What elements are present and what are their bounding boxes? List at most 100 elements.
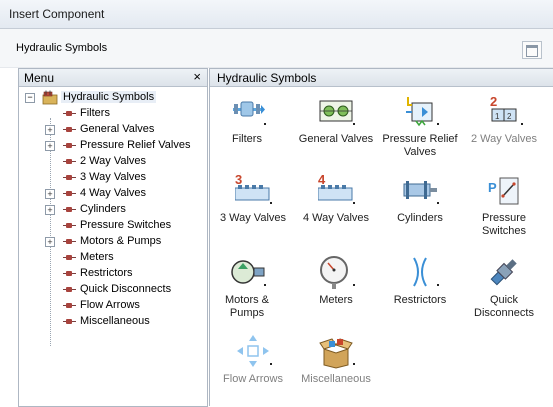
- tree-item-label: 2 Way Valves: [80, 155, 147, 167]
- tree-item-label: General Valves: [80, 123, 155, 135]
- flyout-indicator: [264, 123, 266, 125]
- expand-icon[interactable]: +: [45, 237, 55, 247]
- tree-item-motors-pumps[interactable]: + Motors & Pumps: [19, 234, 205, 250]
- collapse-icon[interactable]: −: [25, 93, 35, 103]
- tree-item-filters[interactable]: Filters: [19, 106, 205, 122]
- flyout-indicator: [353, 363, 355, 365]
- symbol-miscellaneous[interactable]: Miscellaneous: [296, 329, 376, 405]
- tree-item-2-way-valves[interactable]: 2 Way Valves: [19, 154, 205, 170]
- symbol-general-valves[interactable]: General Valves: [296, 89, 376, 165]
- tree-root-hydraulic-symbols[interactable]: − Hydraulic Symbols: [19, 90, 205, 106]
- tree-item-4-way-valves[interactable]: + 4 Way Valves: [19, 186, 205, 202]
- symbol-2-way-valves[interactable]: 2 1 2 2 Way Valves: [464, 89, 544, 165]
- flyout-indicator: [437, 202, 439, 204]
- tree-item-meters[interactable]: Meters: [19, 250, 205, 266]
- tree-item-label: Motors & Pumps: [80, 235, 162, 247]
- symbol-meters[interactable]: Meters: [296, 250, 376, 326]
- symbol-label: Miscellaneous: [301, 373, 371, 385]
- symbol-quick-disconnects[interactable]: Quick Disconnects: [464, 250, 544, 326]
- symbol-label: Flow Arrows: [223, 373, 283, 385]
- expand-icon[interactable]: +: [45, 205, 55, 215]
- component-node-icon: [63, 255, 76, 261]
- open-box-icon: [319, 338, 353, 369]
- tree-item-label: Quick Disconnects: [80, 283, 172, 295]
- symbol-label: Pressure Switches: [481, 212, 527, 237]
- flyout-indicator: [264, 284, 266, 286]
- filter-icon: [233, 101, 265, 117]
- tree-item-3-way-valves[interactable]: 3 Way Valves: [19, 170, 205, 186]
- svg-text:1: 1: [495, 112, 500, 121]
- tree-item-miscellaneous[interactable]: Miscellaneous: [19, 314, 205, 330]
- quick-disconnect-icon: [490, 259, 517, 286]
- component-node-icon: [63, 303, 76, 309]
- flyout-indicator: [270, 202, 272, 204]
- tree-item-restrictors[interactable]: Restrictors: [19, 266, 205, 282]
- folder-icon: [42, 90, 58, 105]
- symbol-flow-arrows[interactable]: Flow Arrows: [213, 329, 293, 405]
- symbol-label: Cylinders: [397, 212, 443, 224]
- component-node-icon: [63, 239, 76, 245]
- dialog-header: Hydraulic Symbols: [0, 29, 553, 68]
- tree-item-label: Flow Arrows: [80, 299, 140, 311]
- symbol-label: 2 Way Valves: [470, 133, 538, 145]
- flyout-indicator: [353, 123, 355, 125]
- symbol-label: Quick Disconnects: [474, 294, 534, 319]
- flyout-indicator: [353, 284, 355, 286]
- symbol-4-way-valves[interactable]: 4 4 Way Valves: [296, 168, 376, 244]
- tree-item-general-valves[interactable]: + General Valves: [19, 122, 205, 138]
- symbol-3-way-valves[interactable]: 3 3 Way Valves: [213, 168, 293, 244]
- flyout-indicator: [521, 123, 523, 125]
- svg-text:3: 3: [235, 172, 242, 187]
- expand-icon[interactable]: +: [45, 189, 55, 199]
- expand-icon[interactable]: +: [45, 141, 55, 151]
- symbol-label: 4 Way Valves: [302, 212, 370, 224]
- component-node-icon: [63, 223, 76, 229]
- general-valve-icon: [319, 100, 353, 122]
- cylinder-icon: [403, 181, 437, 199]
- flyout-indicator: [353, 202, 355, 204]
- pressure-relief-valve-icon: [406, 97, 433, 127]
- symbol-restrictors[interactable]: Restrictors: [380, 250, 460, 326]
- tree-item-flow-arrows[interactable]: Flow Arrows: [19, 298, 205, 314]
- flyout-indicator: [270, 363, 272, 365]
- symbol-label: Meters: [319, 294, 353, 306]
- tree-item-pressure-switches[interactable]: Pressure Switches: [19, 218, 205, 234]
- component-node-icon: [63, 319, 76, 325]
- restrictor-icon: [413, 257, 427, 287]
- tree-item-label: Cylinders: [80, 203, 126, 215]
- panel-title: Hydraulic Symbols: [217, 71, 317, 85]
- symbol-motors-pumps[interactable]: Motors & Pumps: [207, 250, 287, 326]
- tree-item-cylinders[interactable]: + Cylinders: [19, 202, 205, 218]
- svg-text:2: 2: [507, 112, 512, 121]
- window-title: Insert Component: [9, 7, 105, 21]
- symbols-panel: Hydraulic Symbols Filters General Valves: [209, 68, 553, 406]
- tree-item-label: Filters: [80, 107, 110, 119]
- symbol-filters[interactable]: Filters: [207, 89, 287, 165]
- tree-root-label: Hydraulic Symbols: [61, 91, 157, 103]
- svg-text:2: 2: [490, 94, 497, 109]
- close-icon[interactable]: ×: [193, 69, 201, 84]
- three-way-valve-icon: 3: [235, 172, 270, 201]
- tree-item-pressure-relief-valves[interactable]: + Pressure Relief Valves: [19, 138, 205, 154]
- component-node-icon: [63, 127, 76, 133]
- component-node-icon: [63, 287, 76, 293]
- symbol-cylinders[interactable]: Cylinders: [380, 168, 460, 244]
- tree-item-label: Pressure Switches: [80, 219, 172, 231]
- expand-icon[interactable]: +: [45, 125, 55, 135]
- symbol-pressure-switches[interactable]: P Pressure Switches: [464, 168, 544, 244]
- two-way-valve-icon: 2 1 2: [490, 94, 517, 122]
- tree-item-quick-disconnects[interactable]: Quick Disconnects: [19, 282, 205, 298]
- flow-arrows-icon: [237, 335, 269, 367]
- component-node-icon: [63, 143, 76, 149]
- tree-item-label: 4 Way Valves: [80, 187, 147, 199]
- menu-header: Menu ×: [19, 69, 207, 87]
- tree-item-label: Restrictors: [80, 267, 133, 279]
- tree-item-label: Meters: [80, 251, 114, 263]
- panel-layout-button[interactable]: [522, 41, 542, 59]
- component-node-icon: [63, 207, 76, 213]
- tree-item-label: 3 Way Valves: [80, 171, 147, 183]
- component-node-icon: [63, 191, 76, 197]
- symbol-pressure-relief-valves[interactable]: Pressure Relief Valves: [380, 89, 460, 165]
- symbol-label: General Valves: [298, 133, 374, 145]
- component-node-icon: [63, 175, 76, 181]
